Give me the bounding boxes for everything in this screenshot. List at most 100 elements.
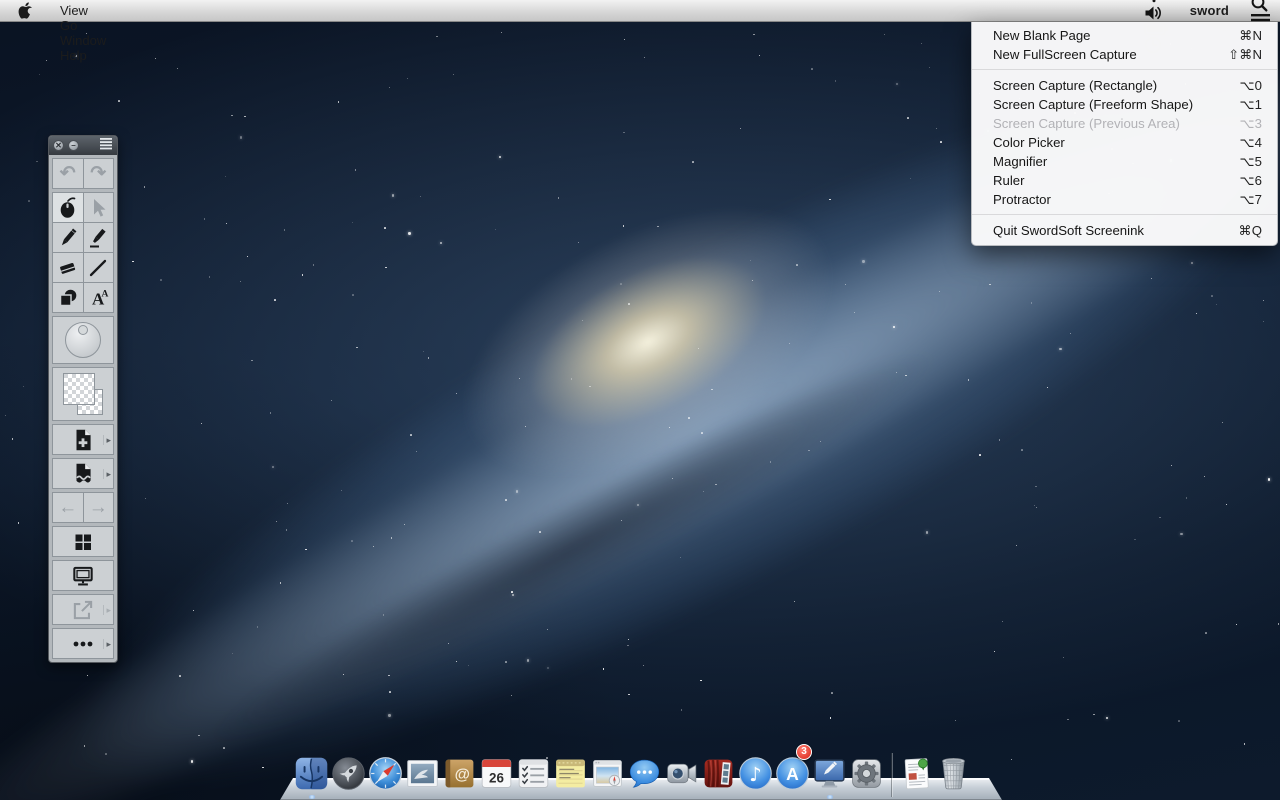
menu-item-magnifier[interactable]: Magnifier⌥5	[972, 152, 1277, 171]
star	[1205, 632, 1207, 634]
menu-item-screen-capture-rectangle[interactable]: Screen Capture (Rectangle)⌥0	[972, 76, 1277, 95]
new-page-flyout-arrow[interactable]: ▸	[103, 435, 111, 445]
galaxy-core	[316, 52, 979, 633]
share-flyout-arrow[interactable]: ▸	[103, 605, 111, 615]
color-knob-tool-button[interactable]	[53, 317, 113, 363]
dock-sysprefs-icon[interactable]	[848, 747, 885, 793]
spotlight-menu-extra-icon[interactable]	[1241, 0, 1280, 12]
shapes-tool-icon	[56, 286, 80, 310]
dock-messages-icon[interactable]	[626, 747, 663, 793]
menu-item-color-picker[interactable]: Color Picker⌥4	[972, 133, 1277, 152]
capture-page-tool-button[interactable]: ▸	[53, 459, 113, 488]
mouse-tool-tool-button[interactable]	[53, 193, 83, 222]
dock-launchpad-icon[interactable]	[330, 747, 367, 793]
capture-page-flyout-arrow[interactable]: ▸	[103, 469, 111, 479]
star	[688, 417, 690, 419]
star	[240, 136, 242, 138]
screenink-running-indicator	[826, 795, 834, 799]
pencil-tool-icon	[56, 226, 80, 250]
star	[247, 256, 248, 257]
line-tool-tool-button[interactable]	[84, 253, 114, 282]
palette-group: ▸	[52, 628, 114, 659]
dock-document-icon[interactable]	[898, 747, 935, 793]
tool-palette[interactable]: ✕– ↶↷AA▸▸←→▸▸	[48, 135, 118, 663]
pencil-tool-tool-button[interactable]	[53, 223, 83, 252]
star	[589, 386, 590, 387]
star	[829, 199, 831, 201]
menu-item-screen-capture-freeform-shape[interactable]: Screen Capture (Freeform Shape)⌥1	[972, 95, 1277, 114]
minimize-window-button[interactable]: –	[68, 140, 79, 151]
menu-bar: FinderFileEditViewGoWindowHelp sword	[0, 0, 1280, 22]
close-window-button[interactable]: ✕	[53, 140, 64, 151]
volume-menu-extra-icon[interactable]	[1135, 4, 1178, 22]
star	[753, 34, 755, 36]
dock-reminders-icon[interactable]	[515, 747, 552, 793]
dock-photobooth-icon[interactable]	[700, 747, 737, 793]
pages-grid-icon	[71, 530, 95, 554]
monitor-tool-button[interactable]	[53, 561, 113, 590]
more-ellipsis-flyout-arrow[interactable]: ▸	[103, 639, 111, 649]
dock-itunes-icon[interactable]: ♪	[737, 747, 774, 793]
apple-logo-icon	[18, 2, 33, 19]
star	[331, 400, 332, 401]
star	[39, 74, 40, 75]
star	[516, 490, 518, 492]
menu-item-new-fullscreen-capture[interactable]: New FullScreen Capture⇧⌘N	[972, 45, 1277, 64]
dock-contacts-icon[interactable]: @	[441, 747, 478, 793]
menu-go[interactable]: Go	[49, 18, 117, 33]
menu-item-ruler[interactable]: Ruler⌥6	[972, 171, 1277, 190]
menu-item-new-blank-page[interactable]: New Blank Page⌘N	[972, 26, 1277, 45]
palette-group: ↶↷	[52, 158, 114, 189]
star	[416, 451, 417, 452]
eraser-tool-tool-button[interactable]	[53, 253, 83, 282]
username-menu[interactable]: sword	[1178, 3, 1241, 18]
menu-view[interactable]: View	[49, 3, 117, 18]
menu-help[interactable]: Help	[49, 48, 117, 63]
star	[921, 43, 922, 44]
menu-item-protractor[interactable]: Protractor⌥7	[972, 190, 1277, 209]
mouse-tool-icon	[56, 196, 80, 220]
undo-tool-button: ↶	[53, 159, 83, 188]
line-tool-icon	[86, 256, 110, 280]
dock-appstore-icon[interactable]: A3	[774, 747, 811, 793]
star	[680, 557, 681, 558]
dock-calendar-icon[interactable]: 26	[478, 747, 515, 793]
dock-safari-icon[interactable]	[367, 747, 404, 793]
background-checker-tool-button[interactable]	[53, 368, 113, 420]
star	[276, 521, 277, 522]
star	[280, 582, 282, 584]
list-menu-icon[interactable]	[99, 137, 113, 155]
dock-maps-icon[interactable]	[589, 747, 626, 793]
pages-grid-tool-button[interactable]	[53, 527, 113, 556]
palette-titlebar[interactable]: ✕–	[49, 136, 117, 155]
shapes-tool-tool-button[interactable]	[53, 283, 83, 312]
dock-facetime-icon[interactable]	[663, 747, 700, 793]
share-icon	[70, 597, 96, 623]
star	[884, 34, 885, 35]
dock-notes-icon[interactable]	[552, 747, 589, 793]
star	[343, 674, 344, 675]
star	[910, 178, 911, 179]
star	[284, 229, 285, 230]
star	[994, 651, 995, 652]
star	[287, 503, 288, 504]
marker-tool-tool-button[interactable]	[84, 223, 114, 252]
star	[453, 74, 454, 75]
text-tool-tool-button[interactable]: AA	[84, 283, 114, 312]
star	[698, 348, 699, 349]
star	[623, 225, 625, 227]
new-page-icon	[70, 427, 96, 453]
star	[456, 661, 457, 662]
dock-screenink-icon[interactable]	[811, 747, 848, 793]
star	[547, 629, 549, 631]
menu-window[interactable]: Window	[49, 33, 117, 48]
dock-trash-icon[interactable]	[935, 747, 972, 793]
menu-item-quit-swordsoft-screenink[interactable]: Quit SwordSoft Screenink⌘Q	[972, 221, 1277, 240]
apple-menu[interactable]	[0, 0, 49, 21]
dock-finder-icon[interactable]	[293, 747, 330, 793]
more-ellipsis-tool-button[interactable]: ▸	[53, 629, 113, 658]
dock-mail-icon[interactable]	[404, 747, 441, 793]
new-page-tool-button[interactable]: ▸	[53, 425, 113, 454]
star	[356, 347, 358, 349]
star	[499, 156, 501, 158]
